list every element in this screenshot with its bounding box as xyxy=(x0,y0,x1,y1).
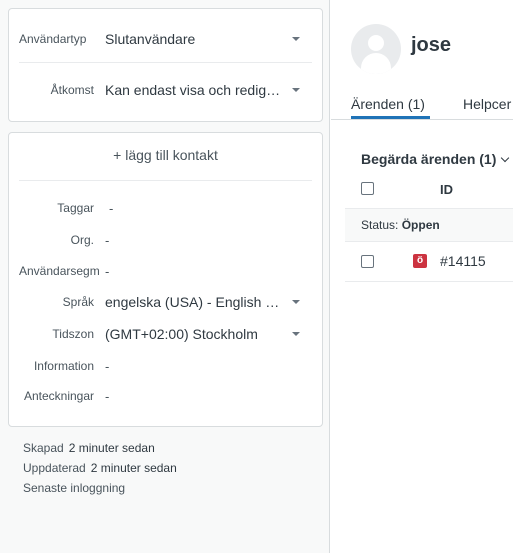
segment-value: - xyxy=(105,263,110,279)
chevron-down-icon[interactable] xyxy=(292,37,300,41)
access-field[interactable]: Åtkomst Kan endast visa och redig… xyxy=(9,78,322,102)
ticket-row-checkbox[interactable] xyxy=(361,255,374,268)
org-field[interactable]: Org. - xyxy=(9,228,322,252)
user-sidebar: Användartyp Slutanvändare Åtkomst Kan en… xyxy=(0,0,330,553)
access-label: Åtkomst xyxy=(50,83,94,97)
timezone-field[interactable]: Tidszon (GMT+02:00) Stockholm xyxy=(9,322,322,346)
status-value: Öppen xyxy=(401,218,440,232)
status-group-label: Status: Öppen xyxy=(361,218,440,232)
tab-tickets[interactable]: Ärenden (1) xyxy=(351,96,425,112)
chevron-down-icon[interactable] xyxy=(292,88,300,92)
language-label: Språk xyxy=(62,295,94,309)
access-value[interactable]: Kan endast visa och redig… xyxy=(105,82,280,98)
contact-card: + lägg till kontakt Taggar - Org. - Anvä… xyxy=(8,132,323,427)
tags-field[interactable]: Taggar - xyxy=(9,196,322,220)
requested-tickets-title: Begärda ärenden (1) xyxy=(361,151,497,167)
person-icon xyxy=(368,35,384,51)
user-type-value[interactable]: Slutanvändare xyxy=(105,31,195,47)
created-value: 2 minuter sedan xyxy=(68,441,155,455)
ticket-id-link[interactable]: #14115 xyxy=(440,253,486,269)
status-label: Status: xyxy=(361,218,399,232)
updated-meta: Uppdaterad 2 minuter sedan xyxy=(23,461,177,475)
notes-field[interactable]: Anteckningar - xyxy=(9,384,322,408)
avatar[interactable] xyxy=(351,24,401,74)
org-value[interactable]: - xyxy=(105,233,109,248)
segment-label: Användarsegm xyxy=(19,264,100,278)
updated-label: Uppdaterad xyxy=(23,461,86,475)
information-value[interactable]: - xyxy=(105,359,109,374)
tags-value[interactable]: - xyxy=(109,201,113,216)
updated-value: 2 minuter sedan xyxy=(90,461,177,475)
user-name[interactable]: jose xyxy=(411,34,451,57)
chevron-down-icon[interactable] xyxy=(292,332,300,336)
add-contact-button[interactable]: + lägg till kontakt xyxy=(9,147,322,163)
user-type-card: Användartyp Slutanvändare Åtkomst Kan en… xyxy=(8,8,323,122)
divider xyxy=(345,281,513,282)
notes-value[interactable]: - xyxy=(105,389,109,404)
chevron-down-icon[interactable] xyxy=(292,300,300,304)
timezone-value[interactable]: (GMT+02:00) Stockholm xyxy=(105,326,258,342)
org-label: Org. xyxy=(70,233,94,247)
timezone-label: Tidszon xyxy=(52,327,94,341)
created-meta: Skapad 2 minuter sedan xyxy=(23,441,155,455)
open-status-badge: ö xyxy=(413,254,427,268)
divider xyxy=(345,241,513,242)
requested-tickets-header[interactable]: Begärda ärenden (1) xyxy=(361,151,510,167)
last-login-label: Senaste inloggning xyxy=(23,481,126,495)
tags-label: Taggar xyxy=(57,201,94,215)
information-field[interactable]: Information - xyxy=(9,354,322,378)
divider xyxy=(19,180,312,181)
information-label: Information xyxy=(33,359,94,373)
language-value[interactable]: engelska (USA) - English … xyxy=(105,294,279,310)
language-field[interactable]: Språk engelska (USA) - English … xyxy=(9,290,322,314)
last-login-meta: Senaste inloggning xyxy=(23,481,125,495)
select-all-checkbox[interactable] xyxy=(361,182,374,195)
created-label: Skapad xyxy=(23,441,64,455)
divider xyxy=(19,62,312,63)
column-header-id[interactable]: ID xyxy=(440,182,453,197)
chevron-down-icon xyxy=(501,153,510,163)
notes-label: Anteckningar xyxy=(23,389,94,403)
user-type-field[interactable]: Användartyp Slutanvändare xyxy=(9,27,322,51)
tab-helpcenter[interactable]: Helpcer xyxy=(463,96,511,112)
user-type-label: Användartyp xyxy=(19,32,87,46)
segment-field: Användarsegm - xyxy=(9,259,322,283)
tabs-divider xyxy=(331,119,513,120)
